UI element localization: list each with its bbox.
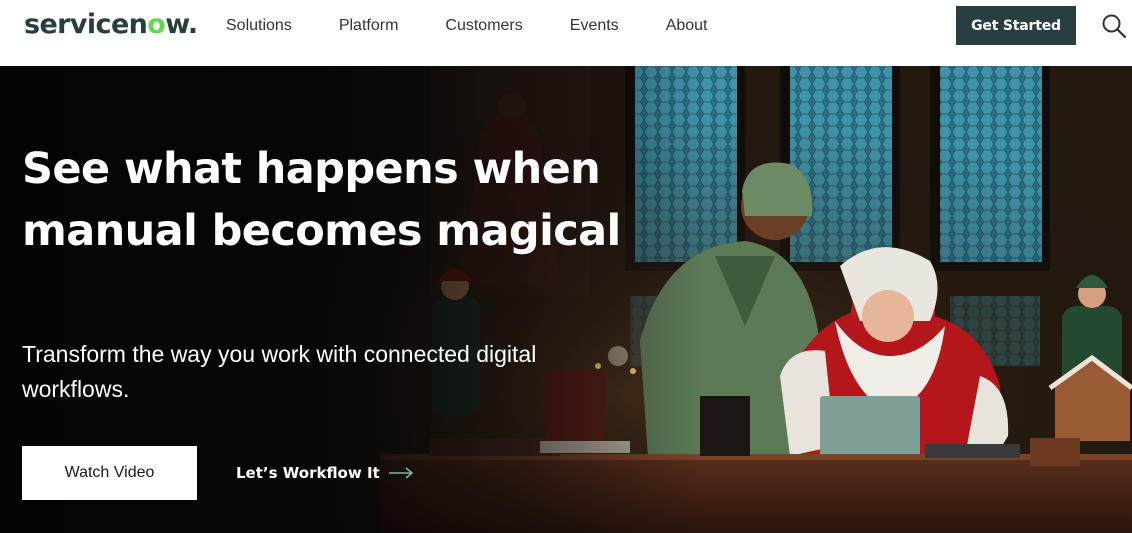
search-icon — [1102, 14, 1127, 39]
watch-video-button[interactable]: Watch Video — [22, 446, 197, 500]
main-nav: Solutions Platform Customers Events Abou… — [226, 16, 755, 36]
servicenow-logo[interactable]: servicenow. — [24, 9, 198, 40]
nav-platform[interactable]: Platform — [339, 16, 399, 36]
nav-solutions[interactable]: Solutions — [226, 16, 292, 36]
nav-events[interactable]: Events — [570, 16, 619, 36]
hero-subheadline: Transform the way you work with connecte… — [22, 341, 537, 402]
lets-workflow-it-link[interactable]: Let’s Workflow It — [236, 461, 414, 485]
arrow-right-icon — [388, 467, 413, 479]
logo-accent: o — [147, 9, 166, 40]
lets-workflow-it-label: Let’s Workflow It — [236, 464, 380, 482]
get-started-button[interactable]: Get Started — [956, 6, 1076, 45]
nav-customers[interactable]: Customers — [445, 16, 522, 36]
logo-text-tail: w. — [165, 9, 198, 40]
nav-about[interactable]: About — [666, 16, 708, 36]
hero-headline: See what happens when manual becomes mag… — [22, 144, 621, 256]
hero-section: See what happens when manual becomes mag… — [0, 66, 1132, 533]
logo-text: servicen — [24, 9, 148, 40]
site-header: servicenow. Solutions Platform Customers… — [0, 0, 1132, 66]
search-button[interactable] — [1100, 12, 1128, 40]
